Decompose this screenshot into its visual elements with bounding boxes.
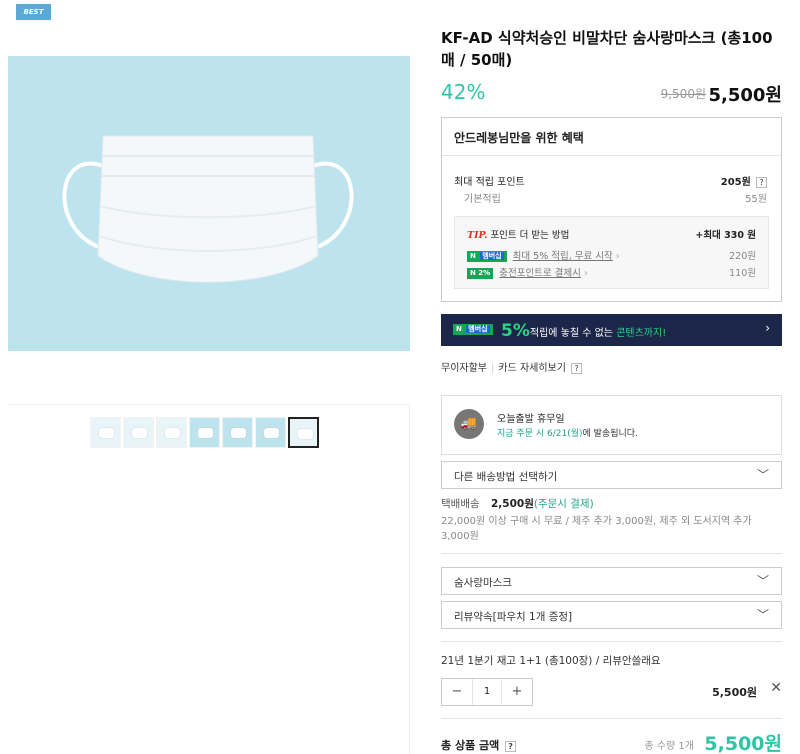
product-title: KF-AD 식약처승인 비말차단 숨사랑마스크 (총100 매 / 50매) [441,29,773,69]
chevron-right-icon: › [765,321,770,335]
shipping-method-select[interactable]: 다른 배송방법 선택하기 ﹀ [441,461,782,489]
total-row: 총 상품 금액 ? 총 수량 1개 5,500원 [441,733,782,754]
chevron-down-icon: ﹀ [756,574,769,588]
chevron-down-icon: ﹀ [756,608,769,622]
help-icon[interactable]: ? [756,176,767,188]
shipping-subtitle: 지금 주문 시 6/21(월)에 발송됩니다. [497,429,638,439]
banner-text: 5%적립에 놓칠 수 없는 콘텐츠까지! [501,321,667,341]
option-select-review[interactable]: 리뷰약속[파우치 1개 증정] ﹀ [441,601,782,629]
thumbnail[interactable] [222,417,253,448]
total-count: 총 수량 1개 [644,741,694,752]
tip-max: +최대 330 원 [695,230,756,241]
minus-button[interactable]: − [442,679,472,705]
thumbnail[interactable] [255,417,286,448]
max-points-row: 최대 적립 포인트 205원 ? [454,173,767,188]
chevron-down-icon: ﹀ [756,468,769,482]
truck-icon: 🚚 [454,409,484,439]
installment-row: 무이자할부 | 카드 자세히보기 ? [441,359,583,374]
total-amount: 5,500원 [704,733,782,754]
thumbnail[interactable] [123,417,154,448]
benefit-box: 안드레봉님만을 위한 혜택 최대 적립 포인트 205원 ? 기본적립 55원 … [441,117,782,302]
installment-label: 무이자할부 [441,363,487,374]
line-price: 5,500원 [712,686,757,699]
price-row: 42% 9,500원 5,500원 [441,80,783,106]
product-gallery: BEST [0,0,410,754]
base-points-row: 기본적립 55원 [454,190,767,205]
original-price: 9,500원 [660,87,706,101]
divider [441,553,782,554]
thumbnail-active[interactable] [288,417,319,448]
tip-item-value: 110원 [729,268,756,279]
tip-item[interactable]: N 멤버십 최대 5% 적립, 무료 시작 › 220원 [467,248,756,262]
total-label: 총 상품 금액 ? [441,737,517,753]
delivery-label: 택배배송 [441,498,480,510]
thumbnail[interactable] [90,417,121,448]
benefit-heading: 안드레봉님만을 위한 혜택 [442,118,781,156]
delivery-note: 22,000원 이상 구매 시 무료 / 제주 추가 3,000원, 제주 외 … [441,516,752,542]
sale-price: 5,500원 [708,85,783,106]
tip-title: 포인트 더 받는 방법 [490,230,570,241]
tip-item-text[interactable]: 최대 5% 적립, 무료 시작 [513,251,613,262]
shipping-notice: 🚚 오늘출발 휴무일 지금 주문 시 6/21(월)에 발송됩니다. [441,395,782,455]
thumbnail-strip [90,417,319,448]
base-points-value: 55원 [745,194,767,205]
delivery-info: 택배배송 2,500원(주문시 결제) [441,496,594,511]
option-select-product[interactable]: 숨사랑마스크 ﹀ [441,567,782,595]
tip-box: TIP. 포인트 더 받는 방법 +최대 330 원 N 멤버십 최대 5% 적… [454,216,769,289]
npay-membership-icon: N 멤버십 [467,251,507,262]
close-icon[interactable]: ✕ [770,680,782,696]
help-icon[interactable]: ? [571,362,583,374]
discount-rate: 42% [441,80,486,104]
npay-2percent-icon: N 2% [467,268,494,279]
tip-item-text[interactable]: 충전포인트로 결제시 [499,268,581,279]
best-badge: BEST [16,4,51,20]
divider [441,641,782,642]
tip-label: TIP. [467,230,488,241]
quantity-input[interactable]: 1 [472,679,502,705]
delivery-fee: 2,500원 [490,498,534,510]
thumbnail[interactable] [189,417,220,448]
plus-button[interactable]: + [502,679,532,705]
npay-membership-icon: N 멤버십 [453,324,493,335]
thumbnail[interactable] [156,417,187,448]
mask-photo [8,56,410,351]
max-points-label: 최대 적립 포인트 [454,177,525,188]
card-detail-link[interactable]: 카드 자세히보기 [498,363,566,374]
tip-header: TIP. 포인트 더 받는 방법 +최대 330 원 [467,227,756,241]
shipping-title: 오늘출발 휴무일 [497,414,565,425]
tip-item[interactable]: N 2% 충전포인트로 결제시 › 110원 [467,265,756,279]
quantity-stepper: − 1 + [441,678,533,706]
selected-option: 21년 1분기 재고 1+1 (총100장) / 리뷰안쓸래요 [441,655,661,667]
membership-banner[interactable]: N 멤버십 5%적립에 놓칠 수 없는 콘텐츠까지! › [441,314,782,346]
divider [441,718,782,719]
main-product-image: BEST [8,0,410,405]
base-points-label: 기본적립 [464,194,501,205]
help-icon[interactable]: ? [505,740,517,752]
delivery-pay: (주문시 결제) [533,498,594,510]
tip-item-value: 220원 [729,251,756,262]
max-points-value: 205원 [720,177,751,188]
